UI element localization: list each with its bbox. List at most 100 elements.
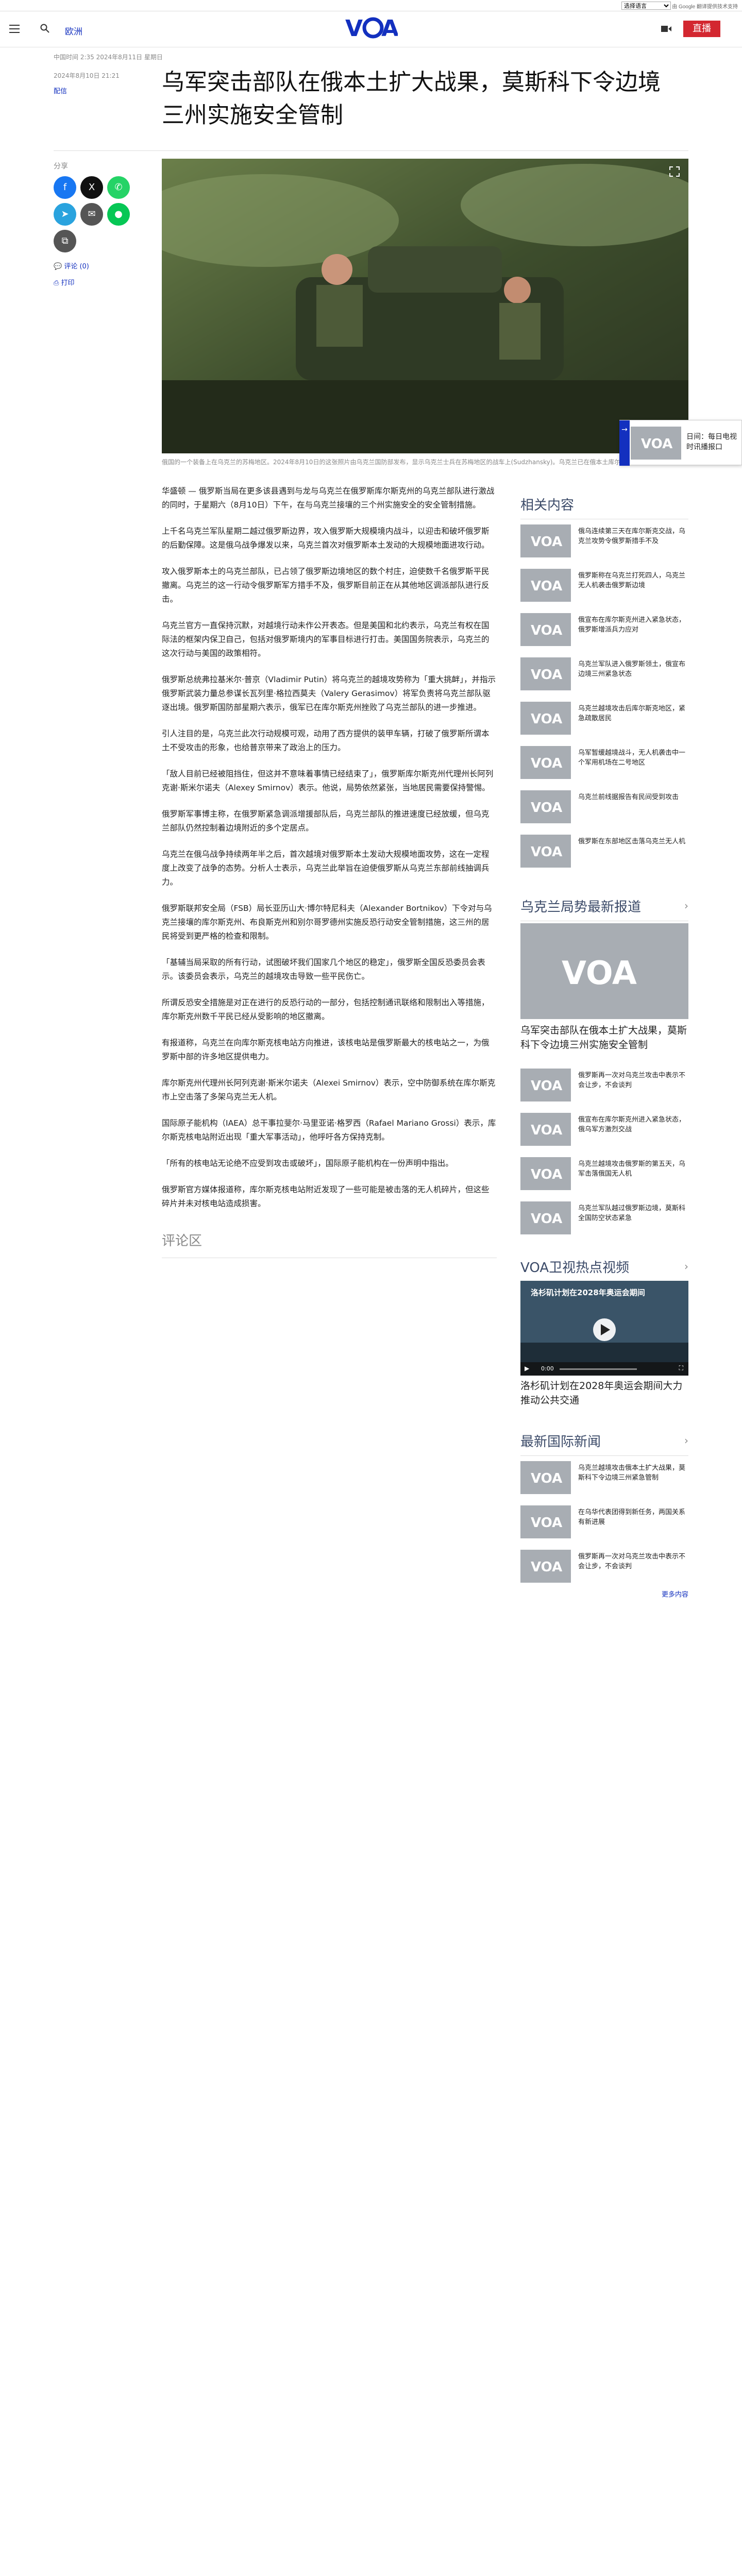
sidebar-story[interactable]: VOA 乌克兰越境攻击俄本土扩大战果，莫斯科下令边境三州紧急管制 [520, 1461, 688, 1498]
print-link[interactable]: ⎙ 打印 [54, 277, 75, 287]
svg-text:VOA: VOA [531, 844, 562, 860]
svg-text:VOA: VOA [531, 534, 562, 550]
story-thumbnail: VOA [520, 569, 571, 602]
sidebar-story[interactable]: VOA 乌克兰军队越过俄罗斯边境，莫斯科全国防空状态紧急 [520, 1201, 688, 1239]
x-share-button[interactable]: X [80, 176, 103, 199]
paragraph: 乌克兰官方一直保持沉默，对越境行动未作公开表态。但是美国和北约表示，乌克兰有权在… [162, 621, 490, 658]
sidebar-story[interactable]: VOA 俄罗斯称在乌克兰打死四人，乌克兰无人机袭击俄罗斯边境 [520, 569, 688, 606]
fullscreen-icon[interactable]: ⛶ [679, 1364, 683, 1372]
comments-link[interactable]: 💬 评论 (0) [54, 261, 89, 270]
video-player[interactable]: 洛杉矶计划在2028年奥运会期间 ▶ 0:00 ⛶ [520, 1281, 688, 1376]
svg-text:VOA: VOA [531, 756, 562, 771]
svg-text:VOA: VOA [531, 667, 562, 683]
svg-text:VOA: VOA [641, 436, 672, 452]
svg-text:VOA: VOA [531, 1167, 562, 1182]
article-title: 乌军突击部队在俄本土扩大战果，莫斯科下令边境三州实施安全管制 [162, 69, 661, 128]
featured-title[interactable]: 乌军突击部队在俄本土扩大战果，莫斯科下令边境三州实施安全管制 [520, 1023, 688, 1052]
ukraine-heading[interactable]: 乌克兰局势最新报道 › [520, 896, 688, 921]
video-title[interactable]: 洛杉矶计划在2028年奥运会期间大力推动公共交通 [520, 1379, 688, 1408]
site-header: 欧洲 V A 直播 [0, 11, 742, 47]
video-heading[interactable]: VOA卫视热点视频 › [520, 1257, 688, 1282]
featured-thumbnail[interactable]: VOA [520, 923, 688, 1019]
chevron-right-icon: › [684, 1434, 688, 1447]
search-icon[interactable] [40, 24, 49, 33]
email-share-button[interactable]: ✉ [80, 203, 103, 226]
comments-heading: 评论区 [162, 1230, 497, 1258]
story-thumbnail: VOA [520, 1157, 571, 1190]
paragraph: 俄罗斯联邦安全局（FSB）局长亚历山大·博尔特尼科夫（Alexander Bor… [162, 904, 492, 941]
paragraph: 国际原子能机构（IAEA）总干事拉斐尔·马里亚诺·格罗西（Rafael Mari… [162, 1118, 496, 1142]
story-thumbnail: VOA [520, 657, 571, 690]
story-title: 乌克兰军队越过俄罗斯边境，莫斯科全国防空状态紧急 [578, 1205, 686, 1222]
chevron-right-icon: › [684, 1260, 688, 1273]
story-thumbnail: VOA [520, 746, 571, 779]
related-heading: 相关内容 [520, 495, 688, 519]
sidebar-story[interactable]: VOA 乌克兰越境攻击俄罗斯的第五天，乌军击落俄国无人机 [520, 1157, 688, 1194]
menu-icon[interactable] [9, 25, 20, 33]
fullscreen-icon[interactable] [669, 166, 680, 177]
svg-text:VOA: VOA [531, 800, 562, 816]
svg-text:VOA: VOA [531, 1078, 562, 1094]
google-translate-credit: 由 Google 翻译提供技术支持 [672, 4, 738, 10]
svg-text:VOA: VOA [531, 1471, 562, 1486]
live-button[interactable]: 直播 [683, 21, 720, 37]
svg-text:V: V [345, 15, 363, 39]
more-link[interactable]: 更多内容 [662, 1589, 688, 1599]
language-select[interactable]: 选择语言 [621, 2, 671, 10]
sidebar-story[interactable]: VOA 在乌华代表团得到新任务，两国关系有新进展 [520, 1505, 688, 1543]
divider [54, 150, 688, 151]
story-title: 俄宣布在库尔斯克州进入紧急状态，俄乌军方激烈交战 [578, 1116, 686, 1133]
story-thumbnail: VOA [520, 1505, 571, 1538]
sidebar-story[interactable]: VOA 俄宣布在库尔斯克州进入紧急状态，俄乌军方激烈交战 [520, 1113, 688, 1150]
image-caption: 俄国的一个装备上在乌克兰的苏梅地区。2024年8月10日的这张照片由乌克兰国防部… [162, 459, 683, 466]
paragraph: 库尔斯克州代理州长阿列克谢·斯米尔诺夫（Alexei Smirnov）表示，空中… [162, 1078, 496, 1101]
floating-thumbnail: VOA [631, 427, 681, 460]
region-link[interactable]: 欧洲 [65, 24, 82, 37]
sidebar-story[interactable]: VOA 俄乌连续第三天在库尔斯克交战，乌克兰攻势令俄罗斯措手不及 [520, 524, 688, 562]
story-title: 俄罗斯在东部地区击落乌克兰无人机 [578, 838, 686, 845]
story-title: 俄罗斯称在乌克兰打死四人，乌克兰无人机袭击俄罗斯边境 [578, 572, 686, 589]
sidebar-story[interactable]: VOA 乌克兰军队进入俄罗斯领土，俄宣布边境三州紧急状态 [520, 657, 688, 694]
copy-link-button[interactable]: ⧉ [54, 230, 76, 252]
sidebar-story[interactable]: VOA 乌军暂缓越境战斗，无人机袭击中一个军用机场在二号地区 [520, 746, 688, 783]
sidebar-story[interactable]: VOA 俄宣布在库尔斯克州进入紧急状态，俄罗斯增派兵力应对 [520, 613, 688, 650]
sidebar-story[interactable]: VOA 俄罗斯在东部地区击落乌克兰无人机 [520, 835, 688, 872]
telegram-share-button[interactable]: ➤ [54, 203, 76, 226]
whatsapp-share-button[interactable]: ✆ [107, 176, 130, 199]
sidebar-story[interactable]: VOA 俄罗斯再一次对乌克兰攻击中表示不会让步，不会谈判 [520, 1069, 688, 1106]
video-overlay-title: 洛杉矶计划在2028年奥运会期间 [531, 1288, 645, 1297]
story-thumbnail: VOA [520, 702, 571, 735]
svg-text:VOA: VOA [531, 579, 562, 594]
paragraph: 华盛顿 — 俄罗斯当局在更多该县遇到与龙与乌克兰在俄罗斯库尔斯克州的乌克兰部队进… [162, 486, 495, 510]
intl-heading[interactable]: 最新国际新闻 › [520, 1431, 688, 1456]
svg-text:VOA: VOA [531, 1515, 562, 1531]
floating-live-widget[interactable]: → VOA 日间：每日电视时讯播报口 [619, 420, 742, 466]
sidebar-story[interactable]: VOA 俄罗斯再一次对乌克兰攻击中表示不会让步，不会谈判 [520, 1550, 688, 1587]
story-title: 乌军暂缓越境战斗，无人机袭击中一个军用机场在二号地区 [578, 749, 686, 767]
svg-text:VOA: VOA [531, 1211, 562, 1227]
author-link[interactable]: 配信 [54, 86, 67, 95]
paragraph: 有报道称，乌克兰在向库尔斯克核电站方向推进，该核电站是俄罗斯最大的核电站之一，为… [162, 1038, 490, 1061]
story-thumbnail: VOA [520, 1461, 571, 1494]
collapse-arrow-icon[interactable]: → [619, 420, 630, 466]
line-share-button[interactable]: ● [107, 203, 130, 226]
paragraph: 俄罗斯军事博主称，在俄罗斯紧急调派增援部队后，乌克兰部队的推进速度已经放缓，但乌… [162, 809, 490, 833]
paragraph: 攻入俄罗斯本土的乌克兰部队，已占领了俄罗斯边境地区的数个村庄，迫使数千名俄罗斯平… [162, 567, 490, 604]
video-progress-bar[interactable] [560, 1368, 637, 1370]
story-thumbnail: VOA [520, 1201, 571, 1234]
svg-text:VOA: VOA [531, 711, 562, 727]
svg-text:VOA: VOA [562, 954, 637, 992]
paragraph: 所谓反恐安全措施是对正在进行的反恐行动的一部分，包括控制通讯联络和限制出入等措施… [162, 998, 490, 1021]
story-thumbnail: VOA [520, 1113, 571, 1146]
share-label: 分享 [54, 162, 68, 171]
article-body: 华盛顿 — 俄罗斯当局在更多该县遇到与龙与乌克兰在俄罗斯库尔斯克州的乌克兰部队进… [162, 484, 497, 1223]
sidebar-story[interactable]: VOA 乌克兰越境攻击后库尔斯克地区，紧急疏散居民 [520, 702, 688, 739]
voa-logo[interactable]: V A [344, 15, 398, 39]
story-title: 在乌华代表团得到新任务，两国关系有新进展 [578, 1509, 686, 1526]
video-icon[interactable] [661, 24, 672, 34]
sidebar-story[interactable]: VOA 乌克兰前线据报告有民间受到攻击 [520, 790, 688, 827]
story-title: 乌克兰越境攻击俄罗斯的第五天，乌军击落俄国无人机 [578, 1160, 686, 1178]
play-icon[interactable]: ▶ [525, 1365, 529, 1372]
facebook-share-button[interactable]: f [54, 176, 76, 199]
story-thumbnail: VOA [520, 1069, 571, 1101]
